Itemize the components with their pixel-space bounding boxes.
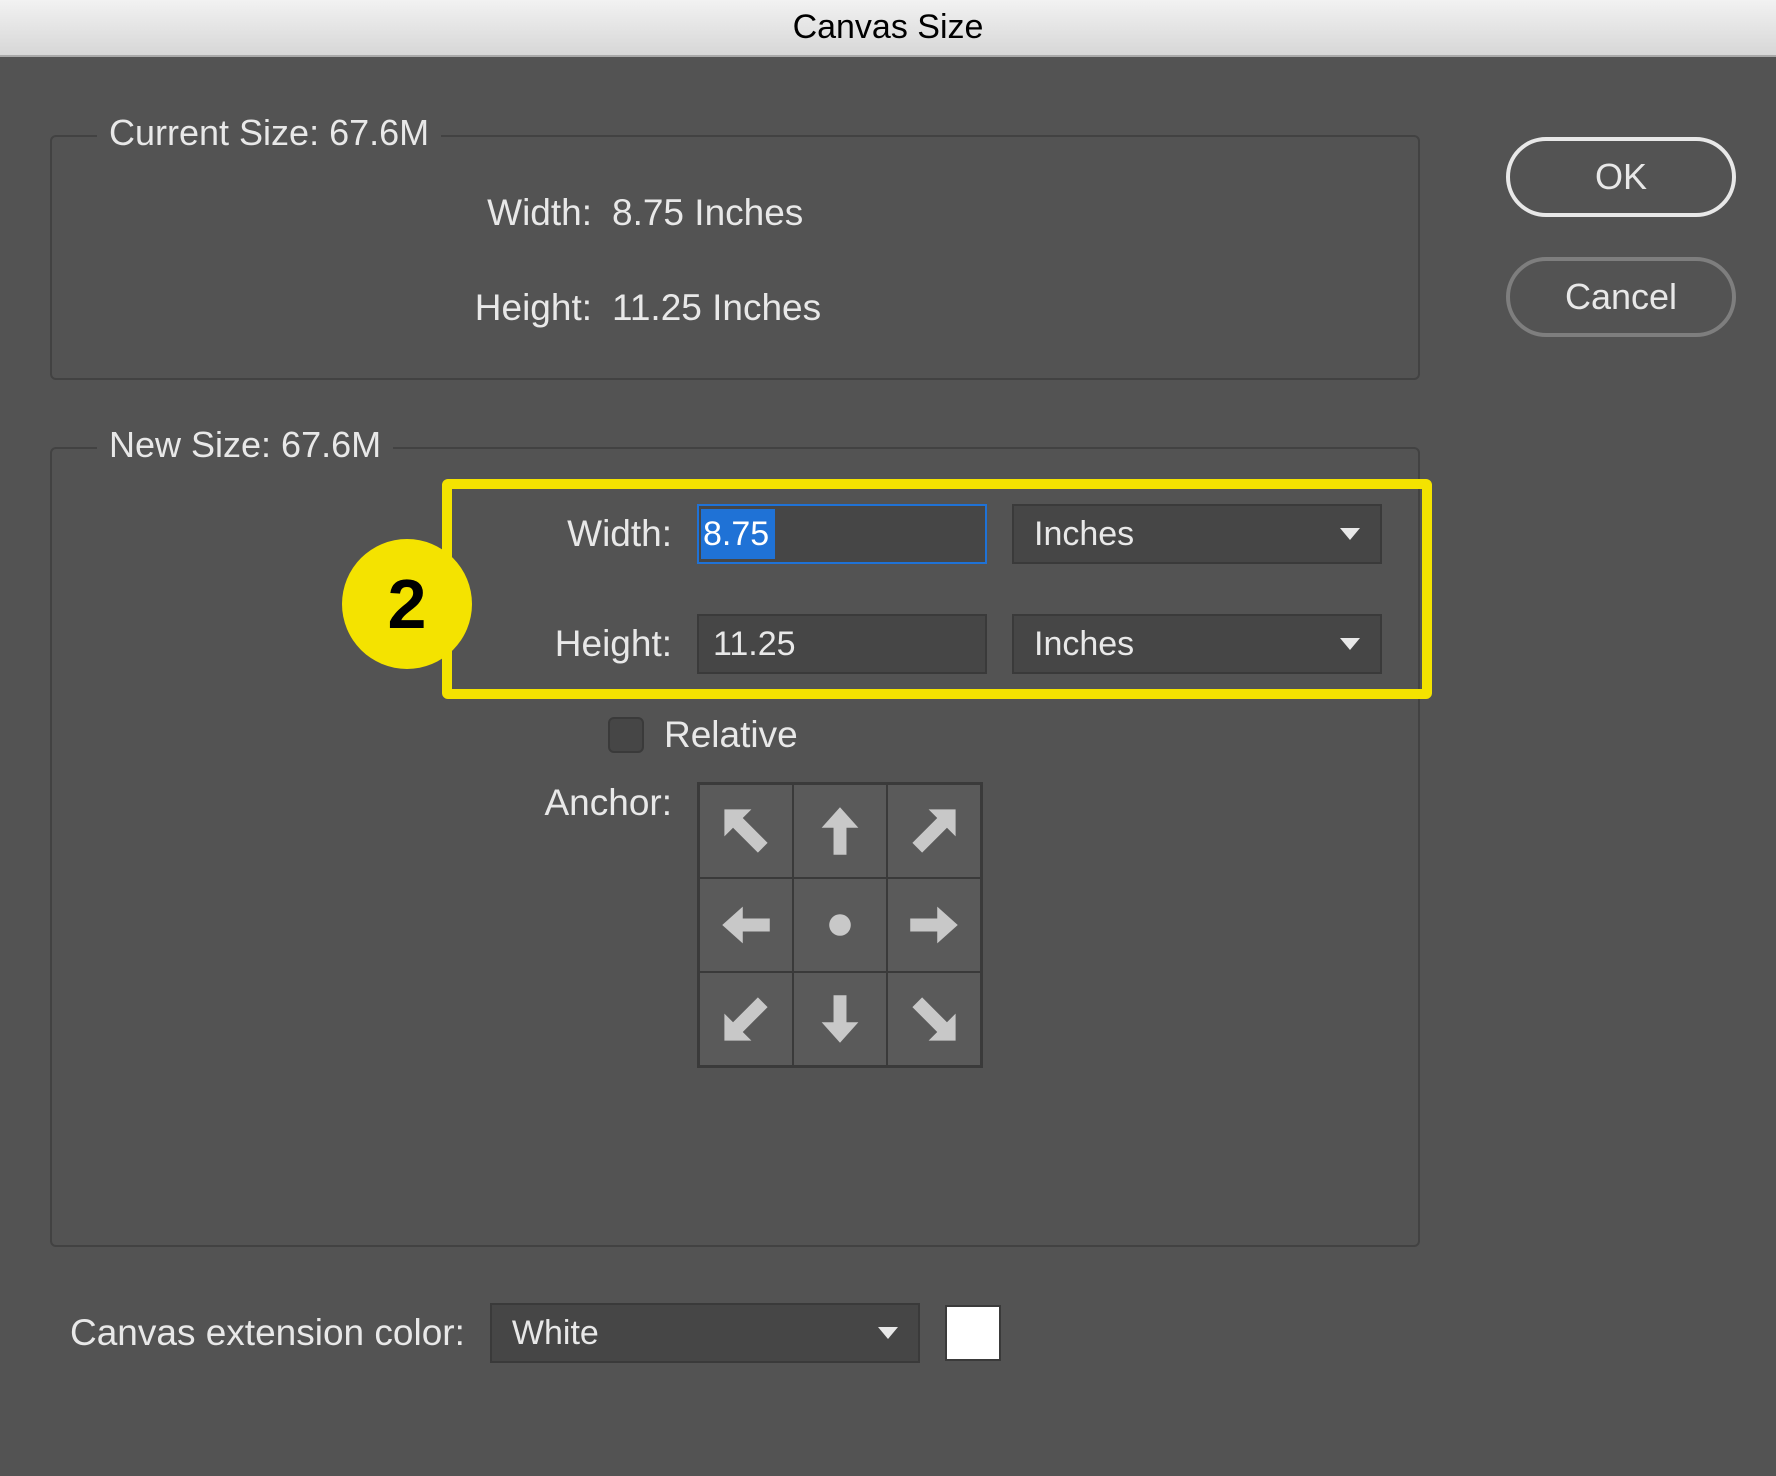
window-title: Canvas Size (0, 0, 1776, 57)
extension-color-row: Canvas extension color: White (70, 1303, 1001, 1363)
anchor-center-dot-icon (813, 898, 867, 952)
anchor-top-right[interactable] (887, 784, 981, 878)
ok-button[interactable]: OK (1506, 137, 1736, 217)
anchor-center[interactable] (793, 878, 887, 972)
new-height-row: Height: Inches (52, 614, 1382, 674)
current-height-row: Height: 11.25 Inches (52, 287, 821, 329)
extension-color-value: White (512, 1314, 599, 1353)
current-height-value: 11.25 Inches (612, 287, 821, 329)
anchor-bottom-left[interactable] (699, 972, 793, 1066)
new-size-legend: New Size: 67.6M (97, 424, 393, 466)
chevron-down-icon (1340, 638, 1360, 650)
new-width-unit-value: Inches (1034, 515, 1134, 554)
anchor-bottom-right[interactable] (887, 972, 981, 1066)
new-size-group: New Size: 67.6M 2 Width: 8.75 Inches Hei… (50, 447, 1420, 1247)
cancel-button[interactable]: Cancel (1506, 257, 1736, 337)
anchor-top-center[interactable] (793, 784, 887, 878)
anchor-middle-right[interactable] (887, 878, 981, 972)
current-width-value: 8.75 Inches (612, 192, 803, 234)
new-height-input[interactable] (697, 614, 987, 674)
current-size-legend: Current Size: 67.6M (97, 112, 441, 154)
anchor-row: Anchor: (52, 782, 983, 1068)
new-width-input[interactable]: 8.75 (697, 504, 987, 564)
anchor-grid (697, 782, 983, 1068)
relative-label: Relative (664, 714, 798, 756)
current-size-group: Current Size: 67.6M Width: 8.75 Inches H… (50, 135, 1420, 380)
extension-color-select[interactable]: White (490, 1303, 920, 1363)
chevron-down-icon (878, 1327, 898, 1339)
current-width-label: Width: (52, 192, 612, 234)
arrow-up-icon (813, 804, 867, 858)
arrow-up-right-icon (907, 804, 961, 858)
arrow-down-icon (813, 992, 867, 1046)
new-height-label: Height: (52, 623, 672, 665)
current-height-label: Height: (52, 287, 612, 329)
extension-color-label: Canvas extension color: (70, 1312, 465, 1354)
current-width-row: Width: 8.75 Inches (52, 192, 803, 234)
arrow-down-right-icon (907, 992, 961, 1046)
dialog-button-column: OK Cancel (1506, 137, 1736, 337)
arrow-right-icon (907, 898, 961, 952)
new-height-unit-value: Inches (1034, 625, 1134, 664)
arrow-up-left-icon (719, 804, 773, 858)
relative-checkbox[interactable] (608, 717, 644, 753)
anchor-label: Anchor: (52, 782, 672, 824)
cancel-button-label: Cancel (1565, 276, 1677, 318)
arrow-down-left-icon (719, 992, 773, 1046)
chevron-down-icon (1340, 528, 1360, 540)
new-width-input-value: 8.75 (701, 509, 775, 559)
anchor-top-left[interactable] (699, 784, 793, 878)
relative-row: Relative (608, 714, 798, 756)
window-title-text: Canvas Size (793, 8, 984, 47)
new-width-unit-select[interactable]: Inches (1012, 504, 1382, 564)
ok-button-label: OK (1595, 156, 1647, 198)
new-width-row: Width: 8.75 Inches (52, 504, 1382, 564)
new-width-label: Width: (52, 513, 672, 555)
anchor-middle-left[interactable] (699, 878, 793, 972)
dialog-body: OK Cancel Current Size: 67.6M Width: 8.7… (0, 57, 1776, 1476)
arrow-left-icon (719, 898, 773, 952)
anchor-bottom-center[interactable] (793, 972, 887, 1066)
extension-color-swatch[interactable] (945, 1305, 1001, 1361)
new-height-unit-select[interactable]: Inches (1012, 614, 1382, 674)
